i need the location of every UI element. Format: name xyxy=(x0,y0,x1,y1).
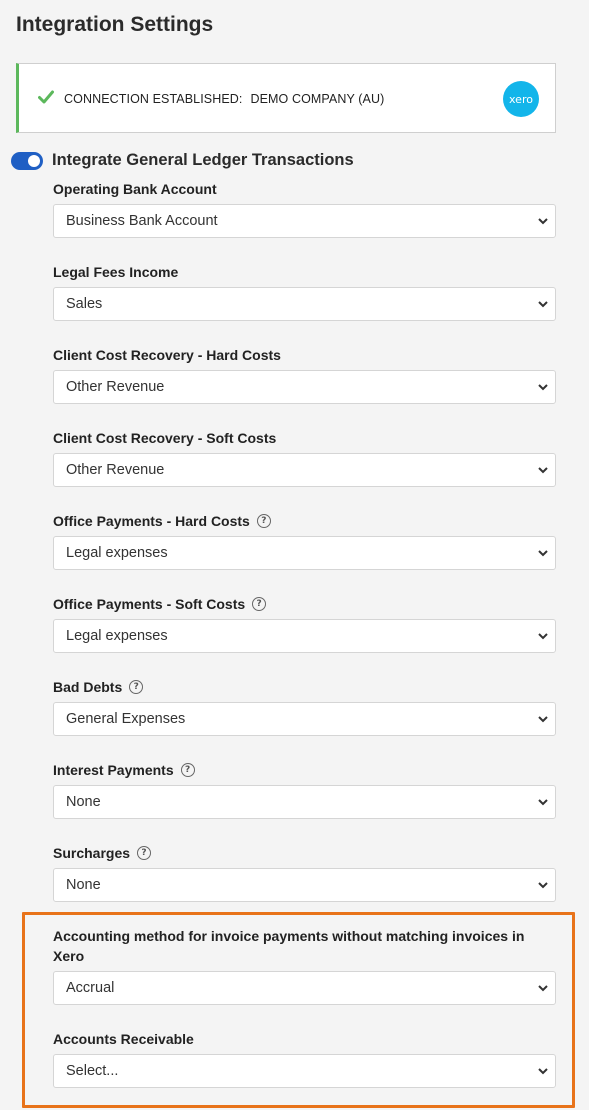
field-label: Accounting method for invoice payments w… xyxy=(53,926,556,966)
field-ccr-hard: Client Cost Recovery - Hard Costs Other … xyxy=(53,345,556,404)
field-accounts-receivable: Accounts Receivable Select... xyxy=(53,1029,556,1088)
ccr-hard-select[interactable]: Other Revenue xyxy=(53,370,556,404)
select-value: Accrual xyxy=(66,980,115,996)
field-operating-bank: Operating Bank Account Business Bank Acc… xyxy=(53,179,556,238)
field-office-payments-soft: Office Payments - Soft Costs? Legal expe… xyxy=(53,594,556,653)
chevron-down-icon xyxy=(538,550,548,557)
accounts-receivable-select[interactable]: Select... xyxy=(53,1054,556,1088)
field-label: Accounts Receivable xyxy=(53,1029,556,1049)
field-interest-payments: Interest Payments? None xyxy=(53,760,556,819)
field-label-text: Legal Fees Income xyxy=(53,264,179,280)
connection-banner: CONNECTION ESTABLISHED: DEMO COMPANY (AU)… xyxy=(16,63,556,133)
gl-toggle-row: Integrate General Ledger Transactions xyxy=(11,151,354,170)
xero-logo: xero xyxy=(503,81,539,117)
field-label-text: Operating Bank Account xyxy=(53,181,217,197)
operating-bank-select[interactable]: Business Bank Account xyxy=(53,204,556,238)
field-label-text: Client Cost Recovery - Hard Costs xyxy=(53,347,281,363)
field-label-text: Accounts Receivable xyxy=(53,1031,194,1047)
field-label-text: Office Payments - Hard Costs xyxy=(53,513,250,529)
chevron-down-icon xyxy=(538,1068,548,1075)
chevron-down-icon xyxy=(538,633,548,640)
select-value: Select... xyxy=(66,1063,119,1079)
connection-status-text: CONNECTION ESTABLISHED: DEMO COMPANY (AU) xyxy=(64,92,384,106)
bad-debts-select[interactable]: General Expenses xyxy=(53,702,556,736)
page-title: Integration Settings xyxy=(16,13,214,36)
select-value: Sales xyxy=(66,296,103,312)
ccr-soft-select[interactable]: Other Revenue xyxy=(53,453,556,487)
gl-toggle-label: Integrate General Ledger Transactions xyxy=(52,151,354,169)
select-value: None xyxy=(66,877,101,893)
field-label-text: Client Cost Recovery - Soft Costs xyxy=(53,430,277,446)
check-icon xyxy=(38,90,54,104)
office-payments-hard-select[interactable]: Legal expenses xyxy=(53,536,556,570)
help-icon[interactable]: ? xyxy=(180,763,195,777)
office-payments-soft-select[interactable]: Legal expenses xyxy=(53,619,556,653)
field-label: Office Payments - Hard Costs? xyxy=(53,511,556,531)
field-label: Legal Fees Income xyxy=(53,262,556,282)
select-value: None xyxy=(66,794,101,810)
select-value: Other Revenue xyxy=(66,379,165,395)
chevron-down-icon xyxy=(538,799,548,806)
select-value: Legal expenses xyxy=(66,545,168,561)
legal-fees-select[interactable]: Sales xyxy=(53,287,556,321)
chevron-down-icon xyxy=(538,301,548,308)
chevron-down-icon xyxy=(538,467,548,474)
field-label-text: Interest Payments xyxy=(53,762,174,778)
select-value: Business Bank Account xyxy=(66,213,218,229)
select-value: Other Revenue xyxy=(66,462,165,478)
field-label: Client Cost Recovery - Hard Costs xyxy=(53,345,556,365)
field-label: Surcharges? xyxy=(53,843,556,863)
field-label-text: Surcharges xyxy=(53,845,131,861)
field-label: Operating Bank Account xyxy=(53,179,556,199)
field-label-text: Accounting method for invoice payments w… xyxy=(53,928,525,964)
chevron-down-icon xyxy=(538,985,548,992)
chevron-down-icon xyxy=(538,218,548,225)
accounting-method-select[interactable]: Accrual xyxy=(53,971,556,1005)
help-icon[interactable]: ? xyxy=(137,846,152,860)
connection-status-label: CONNECTION ESTABLISHED: xyxy=(64,92,243,106)
select-value: General Expenses xyxy=(66,711,186,727)
field-label: Office Payments - Soft Costs? xyxy=(53,594,556,614)
help-icon[interactable]: ? xyxy=(252,597,267,611)
field-label: Client Cost Recovery - Soft Costs xyxy=(53,428,556,448)
surcharges-select[interactable]: None xyxy=(53,868,556,902)
field-ccr-soft: Client Cost Recovery - Soft Costs Other … xyxy=(53,428,556,487)
field-label-text: Office Payments - Soft Costs xyxy=(53,596,246,612)
field-bad-debts: Bad Debts? General Expenses xyxy=(53,677,556,736)
field-label-text: Bad Debts xyxy=(53,679,123,695)
field-accounting-method: Accounting method for invoice payments w… xyxy=(53,926,556,1005)
select-value: Legal expenses xyxy=(66,628,168,644)
help-icon[interactable]: ? xyxy=(129,680,144,694)
field-office-payments-hard: Office Payments - Hard Costs? Legal expe… xyxy=(53,511,556,570)
field-legal-fees: Legal Fees Income Sales xyxy=(53,262,556,321)
field-surcharges: Surcharges? None xyxy=(53,843,556,902)
field-label: Bad Debts? xyxy=(53,677,556,697)
connection-company: DEMO COMPANY (AU) xyxy=(250,92,385,106)
gl-integration-toggle[interactable] xyxy=(11,151,43,170)
chevron-down-icon xyxy=(538,716,548,723)
field-label: Interest Payments? xyxy=(53,760,556,780)
chevron-down-icon xyxy=(538,882,548,889)
help-icon[interactable]: ? xyxy=(256,514,271,528)
chevron-down-icon xyxy=(538,384,548,391)
interest-payments-select[interactable]: None xyxy=(53,785,556,819)
